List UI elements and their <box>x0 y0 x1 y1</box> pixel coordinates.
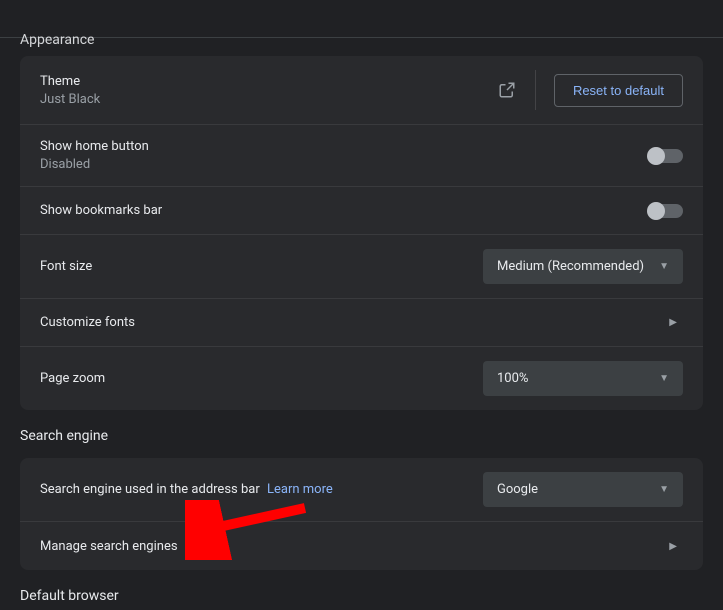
bookmarks-bar-toggle[interactable] <box>649 204 683 218</box>
page-zoom-value: 100% <box>497 371 528 386</box>
search-engine-used-text: Search engine used in the address bar Le… <box>40 482 483 497</box>
font-size-row: Font size Medium (Recommended) ▼ <box>20 235 703 299</box>
font-size-select[interactable]: Medium (Recommended) ▼ <box>483 249 683 284</box>
customize-fonts-label: Customize fonts <box>40 315 669 330</box>
manage-search-engines-row[interactable]: Manage search engines ▶ <box>20 522 703 570</box>
chevron-right-icon: ▶ <box>669 317 683 328</box>
home-button-toggle[interactable] <box>649 149 683 163</box>
page-zoom-text: Page zoom <box>40 371 483 386</box>
bookmarks-bar-label: Show bookmarks bar <box>40 203 649 218</box>
search-engine-used-label: Search engine used in the address bar <box>40 482 260 497</box>
section-title-appearance: Appearance <box>20 32 703 56</box>
chevron-right-icon: ▶ <box>669 541 683 552</box>
manage-search-engines-text: Manage search engines <box>40 539 669 554</box>
home-button-text: Show home button Disabled <box>40 139 649 172</box>
customize-fonts-row[interactable]: Customize fonts ▶ <box>20 299 703 347</box>
bookmarks-bar-text: Show bookmarks bar <box>40 203 649 218</box>
page-zoom-row: Page zoom 100% ▼ <box>20 347 703 410</box>
theme-text: Theme Just Black <box>40 74 497 107</box>
theme-row[interactable]: Theme Just Black Reset to default <box>20 56 703 125</box>
dropdown-arrow-icon: ▼ <box>659 484 669 495</box>
dropdown-arrow-icon: ▼ <box>659 373 669 384</box>
section-title-default-browser: Default browser <box>20 570 703 610</box>
divider <box>535 70 536 110</box>
font-size-text: Font size <box>40 259 483 274</box>
font-size-label: Font size <box>40 259 483 274</box>
search-engine-value: Google <box>497 482 538 497</box>
theme-label: Theme <box>40 74 497 89</box>
theme-value: Just Black <box>40 92 497 107</box>
font-size-value: Medium (Recommended) <box>497 259 644 274</box>
appearance-card: Theme Just Black Reset to default Show h… <box>20 56 703 410</box>
search-engine-select[interactable]: Google ▼ <box>483 472 683 507</box>
home-button-sub: Disabled <box>40 157 649 172</box>
search-engine-used-row: Search engine used in the address bar Le… <box>20 458 703 522</box>
page-zoom-select[interactable]: 100% ▼ <box>483 361 683 396</box>
reset-to-default-button[interactable]: Reset to default <box>554 74 683 107</box>
home-button-label: Show home button <box>40 139 649 154</box>
dropdown-arrow-icon: ▼ <box>659 261 669 272</box>
section-title-search-engine: Search engine <box>20 410 703 458</box>
external-link-icon[interactable] <box>497 80 517 100</box>
show-bookmarks-bar-row: Show bookmarks bar <box>20 187 703 235</box>
show-home-button-row: Show home button Disabled <box>20 125 703 187</box>
page-zoom-label: Page zoom <box>40 371 483 386</box>
customize-fonts-text: Customize fonts <box>40 315 669 330</box>
manage-search-engines-label: Manage search engines <box>40 539 669 554</box>
learn-more-link[interactable]: Learn more <box>267 482 333 497</box>
search-engine-card: Search engine used in the address bar Le… <box>20 458 703 570</box>
